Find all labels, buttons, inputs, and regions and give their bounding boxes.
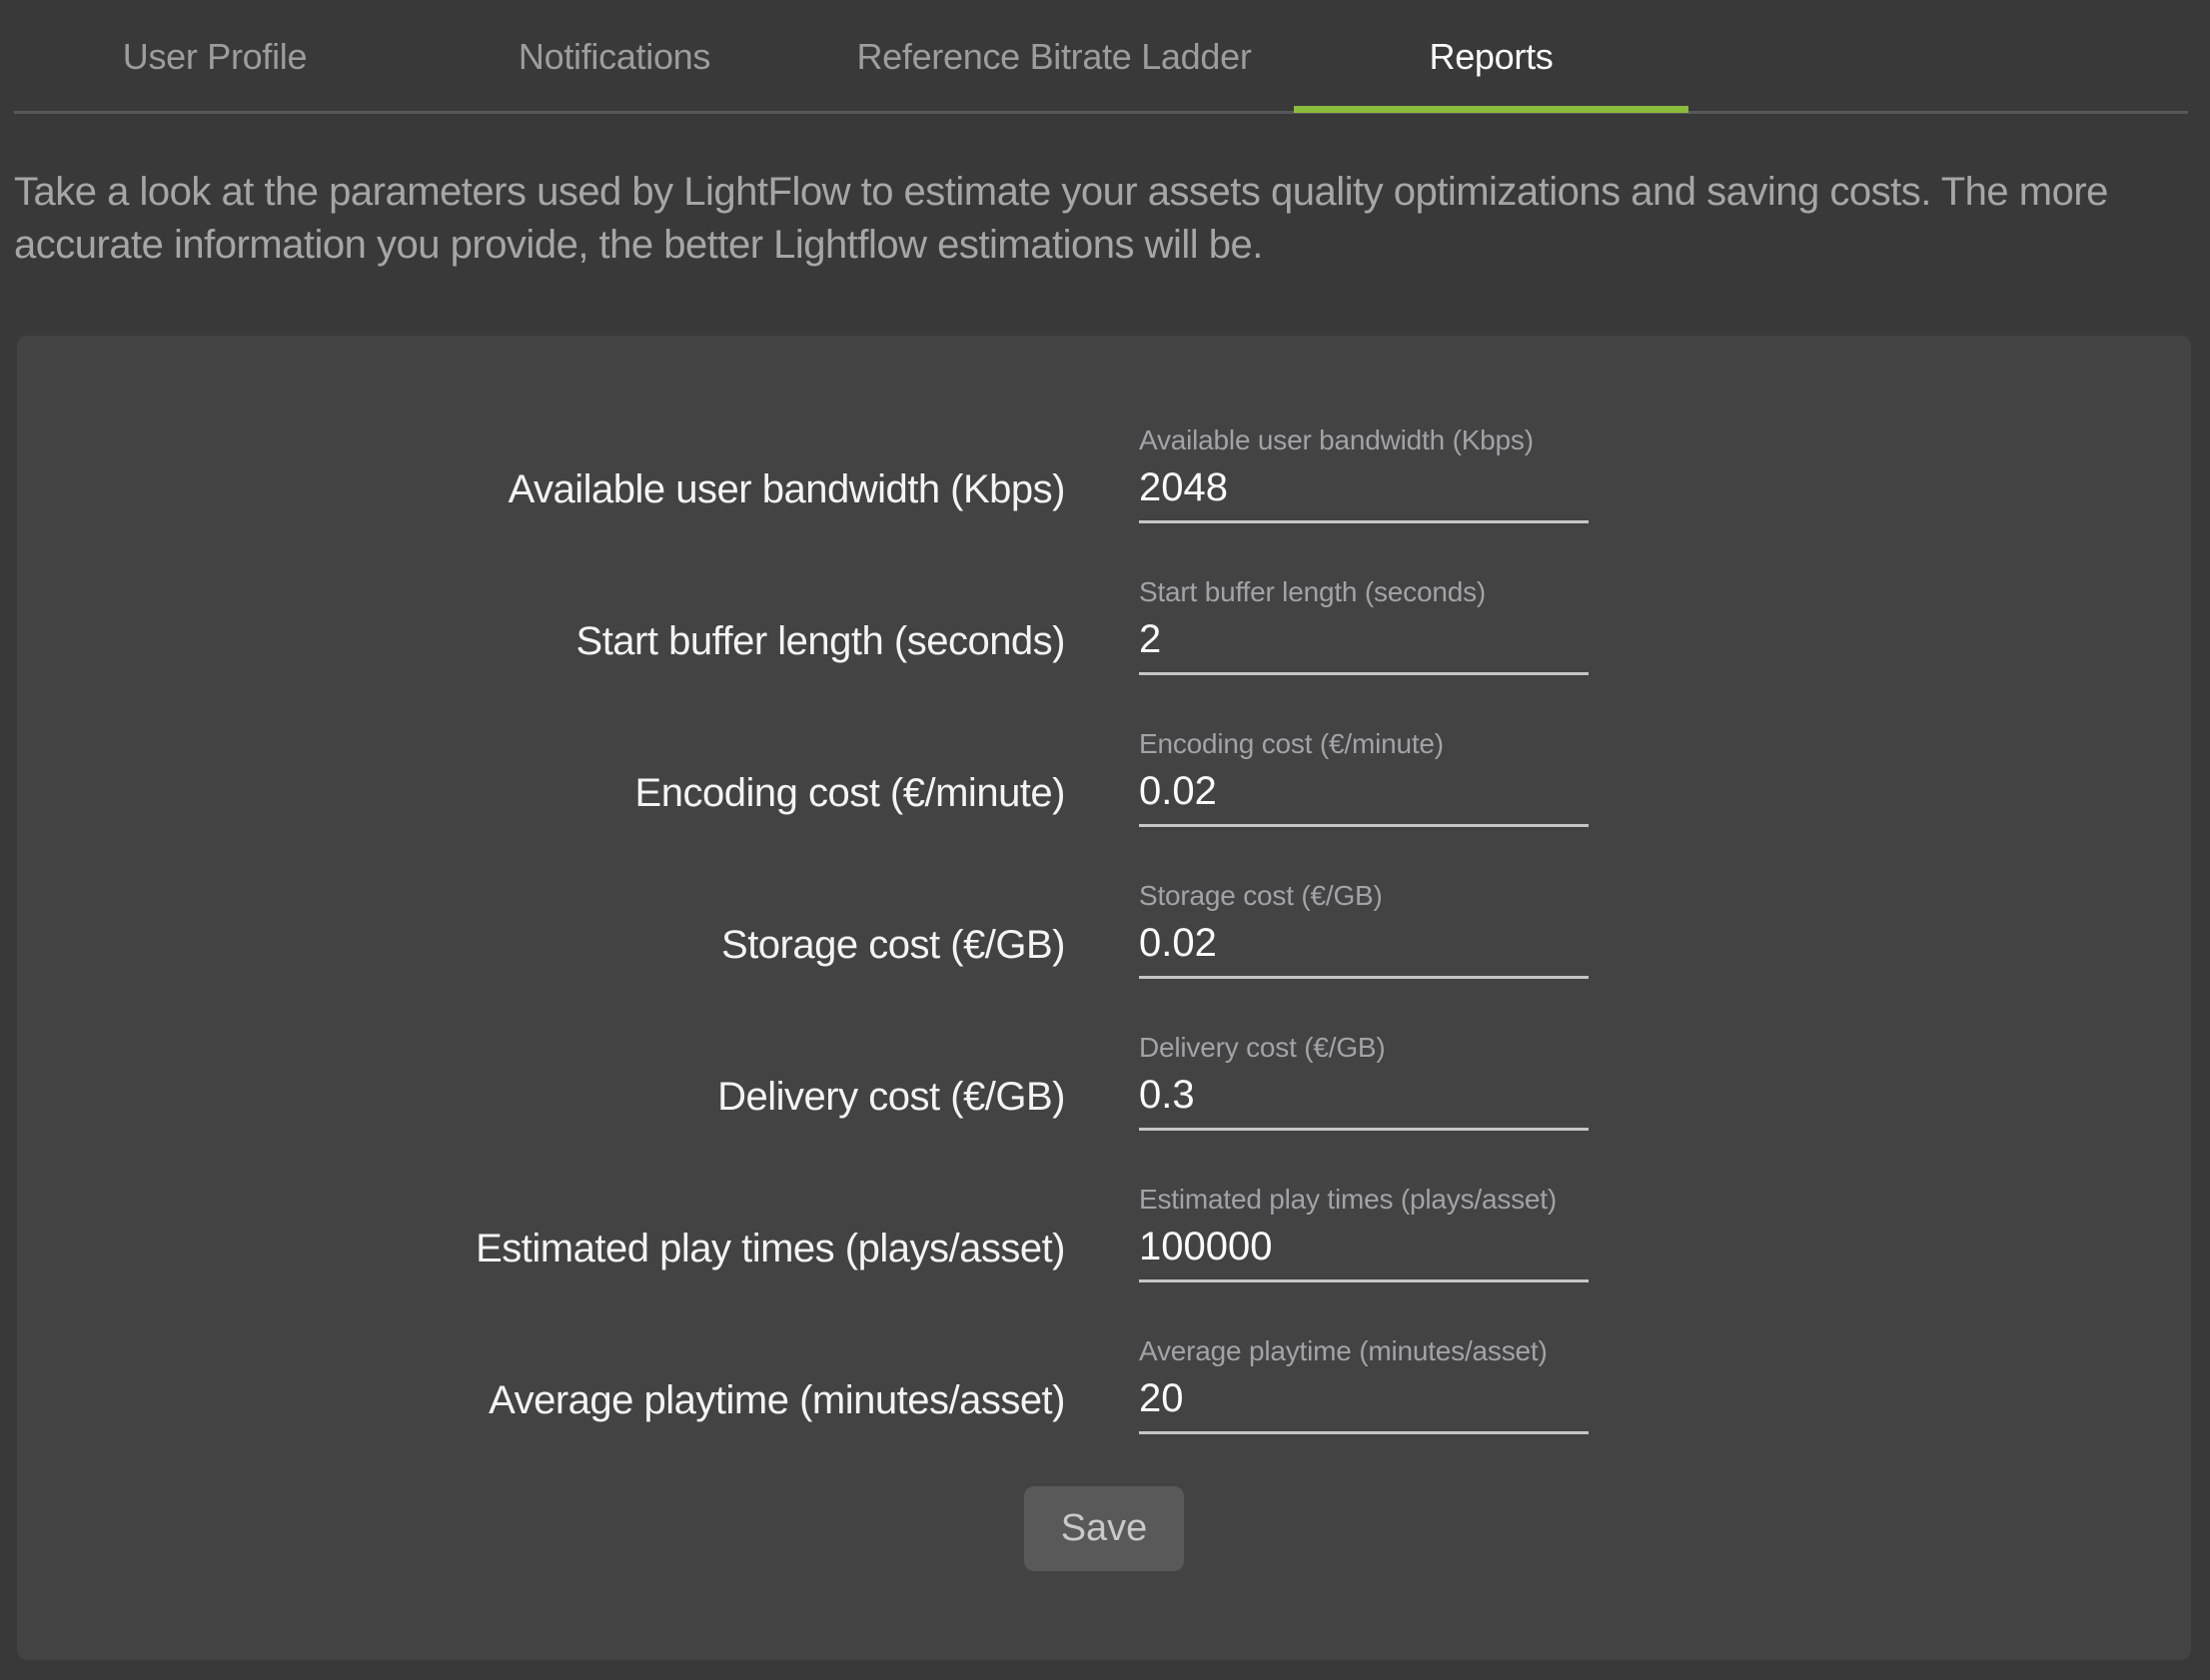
field-cell: Encoding cost (€/minute) (1139, 727, 1589, 827)
field-inner-label: Available user bandwidth (Kbps) (1139, 423, 1589, 457)
field-inner-label: Average playtime (minutes/asset) (1139, 1334, 1589, 1368)
form-row: Estimated play times (plays/asset) Estim… (17, 1183, 2191, 1282)
save-row: Save (17, 1486, 2191, 1571)
field-cell: Storage cost (€/GB) (1139, 879, 1589, 979)
description-container: Take a look at the parameters used by Li… (14, 114, 2196, 336)
encoding-cost-input[interactable] (1139, 769, 1589, 827)
field-row-label: Average playtime (minutes/asset) (17, 1334, 1065, 1434)
form-row: Available user bandwidth (Kbps) Availabl… (17, 423, 2191, 523)
form-row: Start buffer length (seconds) Start buff… (17, 575, 2191, 675)
estimated-play-times-input[interactable] (1139, 1225, 1589, 1282)
save-button[interactable]: Save (1024, 1486, 1184, 1571)
reports-form: Available user bandwidth (Kbps) Availabl… (17, 336, 2191, 1434)
form-row: Delivery cost (€/GB) Delivery cost (€/GB… (17, 1031, 2191, 1131)
field-row-label: Available user bandwidth (Kbps) (17, 423, 1065, 523)
tab-bar: User Profile Notifications Reference Bit… (0, 0, 2210, 114)
delivery-cost-input[interactable] (1139, 1073, 1589, 1131)
field-row-label: Storage cost (€/GB) (17, 879, 1065, 979)
field-inner-label: Storage cost (€/GB) (1139, 879, 1589, 913)
field-cell: Estimated play times (plays/asset) (1139, 1183, 1589, 1282)
tab-list: User Profile Notifications Reference Bit… (15, 0, 2210, 114)
field-inner-label: Start buffer length (seconds) (1139, 575, 1589, 609)
average-playtime-input[interactable] (1139, 1376, 1589, 1434)
field-inner-label: Encoding cost (€/minute) (1139, 727, 1589, 761)
tab-user-profile[interactable]: User Profile (15, 0, 415, 114)
field-inner-label: Estimated play times (plays/asset) (1139, 1183, 1589, 1217)
available-user-bandwidth-input[interactable] (1139, 465, 1589, 523)
storage-cost-input[interactable] (1139, 921, 1589, 979)
field-row-label: Start buffer length (seconds) (17, 575, 1065, 675)
field-cell: Start buffer length (seconds) (1139, 575, 1589, 675)
tab-reports[interactable]: Reports (1294, 0, 1688, 114)
reports-settings-panel: Available user bandwidth (Kbps) Availabl… (17, 336, 2191, 1660)
form-row: Encoding cost (€/minute) Encoding cost (… (17, 727, 2191, 827)
start-buffer-length-input[interactable] (1139, 617, 1589, 675)
field-cell: Average playtime (minutes/asset) (1139, 1334, 1589, 1434)
form-row: Average playtime (minutes/asset) Average… (17, 1334, 2191, 1434)
field-cell: Available user bandwidth (Kbps) (1139, 423, 1589, 523)
field-row-label: Delivery cost (€/GB) (17, 1031, 1065, 1131)
field-cell: Delivery cost (€/GB) (1139, 1031, 1589, 1131)
field-row-label: Estimated play times (plays/asset) (17, 1183, 1065, 1282)
field-row-label: Encoding cost (€/minute) (17, 727, 1065, 827)
page-description: Take a look at the parameters used by Li… (14, 166, 2196, 272)
form-row: Storage cost (€/GB) Storage cost (€/GB) (17, 879, 2191, 979)
tab-notifications[interactable]: Notifications (415, 0, 814, 114)
field-inner-label: Delivery cost (€/GB) (1139, 1031, 1589, 1065)
tab-reference-bitrate-ladder[interactable]: Reference Bitrate Ladder (814, 0, 1294, 114)
